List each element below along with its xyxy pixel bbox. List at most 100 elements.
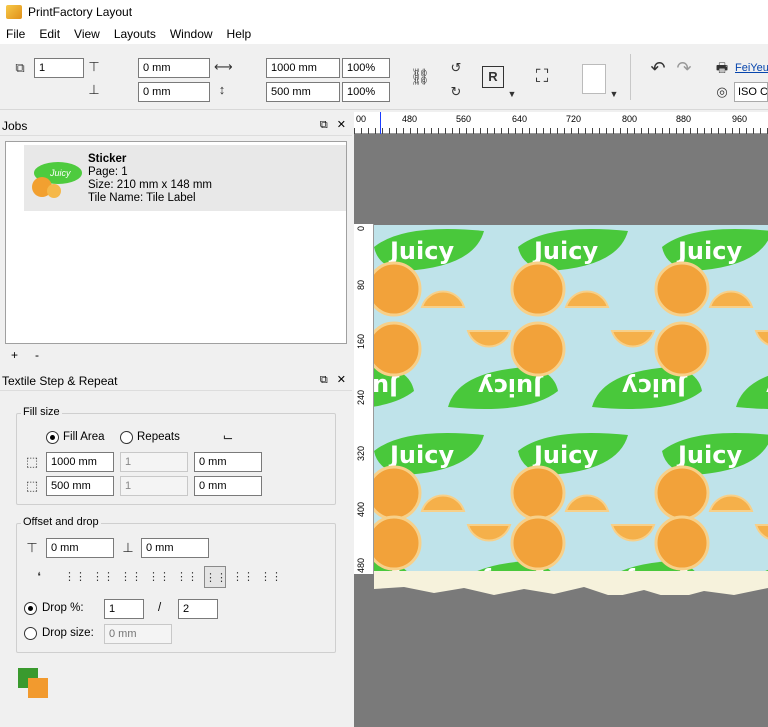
svg-text:Juicy: Juicy <box>676 441 742 469</box>
undo-icon[interactable]: ↶ <box>650 59 666 77</box>
offset-x-field[interactable] <box>46 538 114 558</box>
fit-to-page-icon[interactable]: ⛶ <box>534 67 550 85</box>
menu-bar: File Edit View Layouts Window Help <box>0 24 768 44</box>
float-icon[interactable]: ⧉ <box>320 374 328 386</box>
rotate-ccw-icon[interactable]: ↺ <box>448 60 464 76</box>
jobs-panel-header: Jobs ⧉ ✕ <box>0 116 352 136</box>
job-page: Page: 1 <box>88 166 128 178</box>
printer-link[interactable]: FeiYeun <box>735 62 768 74</box>
offset-x-input[interactable] <box>138 58 210 78</box>
pattern-tile: Juicy <box>654 229 768 317</box>
profile-select[interactable]: ISO Co <box>734 82 768 102</box>
add-job-button[interactable]: + <box>11 348 18 362</box>
printer-icon: 🖶 <box>715 60 729 75</box>
close-icon[interactable]: ✕ <box>337 374 346 386</box>
fill-width-input[interactable] <box>46 452 114 472</box>
pattern-tile: Juicy <box>374 229 484 317</box>
toolbar: ⧉ ⊤ ⊥ ⟷ ↕ ⛓ ↺ ↻ R ▼ ⛶ ▼ ↶ ↷ 🖶 FeiYeun ◎ … <box>0 44 768 110</box>
job-details: Sticker Page: 1 Size: 210 mm x 148 mm Ti… <box>88 153 212 205</box>
horizontal-ruler: 00 480 560 640 720 800 880 960 <box>354 112 768 134</box>
svg-text:Juicy: Juicy <box>478 373 544 401</box>
page-dropdown-icon[interactable]: ▼ <box>606 86 622 102</box>
jobs-panel-title: Jobs <box>2 118 28 133</box>
step-repeat-panel-header: Textile Step & Repeat ⧉ ✕ <box>0 371 352 391</box>
offset-x-icon: ⊤ <box>26 540 38 555</box>
drop-mode-6-icon[interactable]: ⋮⋮ <box>204 566 227 588</box>
fill-height-input[interactable] <box>46 476 114 496</box>
drop-mode-8-icon[interactable]: ⋮⋮ <box>260 566 282 588</box>
drop-mode-2-icon[interactable]: ⋮⋮ <box>92 566 114 588</box>
svg-text:Juicy: Juicy <box>532 441 598 469</box>
width-icon: ⟷ <box>214 59 233 74</box>
fill-area-label: Fill Area <box>63 431 105 443</box>
pattern-tile: Juicy <box>374 321 422 407</box>
vertical-ruler: 0 80 160 240 320 400 480 <box>354 224 374 574</box>
drop-mode-3-icon[interactable]: ⋮⋮ <box>120 566 142 588</box>
title-bar: PrintFactory Layout <box>0 0 768 24</box>
export-spot-icon[interactable] <box>18 668 48 698</box>
drop-mode-none-icon[interactable]: ❛ <box>28 566 50 588</box>
fill-area-radio[interactable] <box>46 431 59 444</box>
drop-size-input[interactable] <box>104 624 172 644</box>
height-icon: ↕ <box>218 82 226 97</box>
repeats-radio[interactable] <box>120 431 133 444</box>
close-icon[interactable]: ✕ <box>337 119 346 131</box>
pattern-tile: Juicy <box>374 433 484 521</box>
fill-width-icon: ⬚ <box>25 454 39 469</box>
registration-mark-icon[interactable]: R <box>482 66 504 88</box>
pattern-tile: Juicy <box>610 515 710 571</box>
menu-help[interactable]: Help <box>227 27 252 41</box>
torn-edge <box>374 587 768 615</box>
menu-layouts[interactable]: Layouts <box>114 27 156 41</box>
height-input[interactable] <box>266 82 340 102</box>
job-list-item[interactable]: Juicy Sticker Page: 1 Size: 210 mm x 148… <box>24 145 346 211</box>
offset-y-field[interactable] <box>141 538 209 558</box>
job-thumbnail: Juicy <box>32 162 82 198</box>
drop-size-radio[interactable] <box>24 627 37 640</box>
fill-height-repeats-input[interactable] <box>120 476 188 496</box>
scale-y-input[interactable] <box>342 82 390 102</box>
scale-x-input[interactable] <box>342 58 390 78</box>
svg-text:Juicy: Juicy <box>374 373 400 401</box>
menu-file[interactable]: File <box>6 27 25 41</box>
drop-separator: / <box>158 602 162 614</box>
drop-denominator-input[interactable] <box>178 599 218 619</box>
offset-x-icon: ⊤ <box>88 59 100 74</box>
jobs-list: Juicy Sticker Page: 1 Size: 210 mm x 148… <box>5 141 347 344</box>
copies-input[interactable] <box>34 58 84 78</box>
fill-height-gap-input[interactable] <box>194 476 262 496</box>
drop-mode-5-icon[interactable]: ⋮⋮ <box>176 566 198 588</box>
remove-job-button[interactable]: - <box>35 348 39 362</box>
drop-mode-7-icon[interactable]: ⋮⋮ <box>232 566 254 588</box>
job-tile: Tile Name: Tile Label <box>88 192 196 204</box>
page-icon[interactable] <box>582 64 606 94</box>
pattern-tile: Juicy <box>510 229 628 317</box>
fill-width-gap-input[interactable] <box>194 452 262 472</box>
offset-drop-legend: Offset and drop <box>21 516 101 528</box>
link-chain-icon[interactable]: ⛓ <box>410 70 430 86</box>
drop-numerator-input[interactable] <box>104 599 144 619</box>
repeat-pattern-preview[interactable]: Juicy Juicy Juicy Juicy Juicy Juicy Juicy Juicy… <box>374 225 768 571</box>
menu-view[interactable]: View <box>74 27 100 41</box>
menu-window[interactable]: Window <box>170 27 213 41</box>
menu-edit[interactable]: Edit <box>39 27 60 41</box>
drop-mode-1-icon[interactable]: ⋮⋮ <box>64 566 86 588</box>
drop-percent-radio[interactable] <box>24 602 37 615</box>
fill-width-repeats-input[interactable] <box>120 452 188 472</box>
float-icon[interactable]: ⧉ <box>320 119 328 131</box>
drop-mode-4-icon[interactable]: ⋮⋮ <box>148 566 170 588</box>
fill-align-icon[interactable]: ⌙ <box>220 429 236 445</box>
toolbar-separator <box>630 54 631 100</box>
pattern-tile: Juicy <box>592 321 710 409</box>
offset-y-icon: ⊥ <box>122 540 134 555</box>
redo-icon[interactable]: ↷ <box>676 59 692 77</box>
repeats-label: Repeats <box>137 431 180 443</box>
width-input[interactable] <box>266 58 340 78</box>
registration-dropdown-icon[interactable]: ▼ <box>504 86 520 102</box>
job-name: Sticker <box>88 153 127 165</box>
job-size: Size: 210 mm x 148 mm <box>88 179 212 191</box>
rotate-cw-icon[interactable]: ↻ <box>448 84 464 100</box>
offset-y-input[interactable] <box>138 82 210 102</box>
window-title: PrintFactory Layout <box>28 5 133 19</box>
svg-text:Juicy: Juicy <box>532 237 598 265</box>
